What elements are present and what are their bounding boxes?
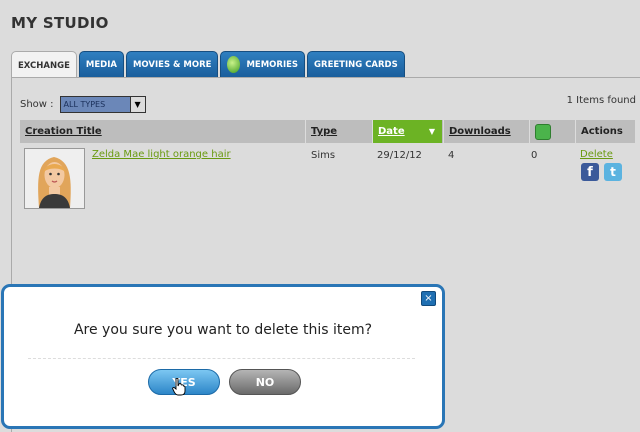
type-select-value: ALL TYPES — [63, 100, 106, 109]
creation-downloads: 4 — [448, 150, 455, 161]
sort-desc-icon: ▼ — [428, 127, 435, 136]
tab-label: MOVIES & MORE — [132, 59, 212, 70]
delete-link[interactable]: Delete — [580, 149, 613, 160]
sims-plumbob-icon — [227, 56, 241, 73]
type-select[interactable]: ALL TYPES ▼ — [59, 96, 146, 113]
tab-movies-more[interactable]: MOVIES & MORE — [125, 51, 219, 77]
twitter-icon[interactable]: t — [604, 163, 622, 181]
tab-label: MEDIA — [85, 59, 117, 70]
column-creation-title[interactable]: Creation Title — [20, 120, 305, 143]
studio-tabs: EXCHANGE MEDIA MOVIES & MORE MEMORIES GR… — [11, 51, 405, 79]
facebook-icon[interactable]: f — [581, 163, 599, 181]
column-downloads[interactable]: Downloads — [443, 120, 529, 143]
results-count: 1 Items found — [566, 95, 636, 106]
column-date[interactable]: Date ▼ — [372, 120, 442, 143]
table-header: Creation Title Type Date ▼ Downloads Act… — [20, 120, 635, 143]
column-date-label: Date — [378, 126, 405, 137]
page-title: MY STUDIO — [11, 14, 109, 32]
creation-recycled-count: 0 — [531, 150, 538, 161]
confirm-delete-dialog: × Are you sure you want to delete this i… — [1, 284, 445, 429]
tab-label: EXCHANGE — [18, 60, 70, 71]
divider — [28, 358, 415, 359]
hand-cursor-icon — [172, 378, 186, 396]
no-button[interactable]: NO — [229, 369, 301, 395]
tab-label: MEMORIES — [246, 59, 299, 70]
chevron-down-icon[interactable]: ▼ — [129, 97, 145, 112]
table-row: Zelda Mae light orange hair Sims 29/12/1… — [20, 145, 635, 210]
dialog-question: Are you sure you want to delete this ite… — [73, 322, 373, 338]
tab-memories[interactable]: MEMORIES — [220, 51, 306, 77]
creation-title-link[interactable]: Zelda Mae light orange hair — [92, 149, 231, 160]
column-recycled[interactable] — [529, 120, 575, 143]
column-type[interactable]: Type — [305, 120, 372, 143]
type-filter: Show : ALL TYPES ▼ — [20, 96, 146, 113]
creation-thumbnail[interactable] — [24, 148, 85, 209]
recycle-icon — [535, 123, 551, 140]
filter-label: Show : — [20, 99, 54, 110]
column-actions: Actions — [575, 120, 635, 143]
tab-label: GREETING CARDS — [314, 59, 398, 70]
close-icon[interactable]: × — [421, 291, 436, 306]
tab-exchange[interactable]: EXCHANGE — [11, 51, 77, 79]
creation-type: Sims — [311, 150, 336, 161]
creation-date: 29/12/12 — [377, 150, 422, 161]
tab-greeting-cards[interactable]: GREETING CARDS — [307, 51, 405, 77]
tab-media[interactable]: MEDIA — [78, 51, 124, 77]
